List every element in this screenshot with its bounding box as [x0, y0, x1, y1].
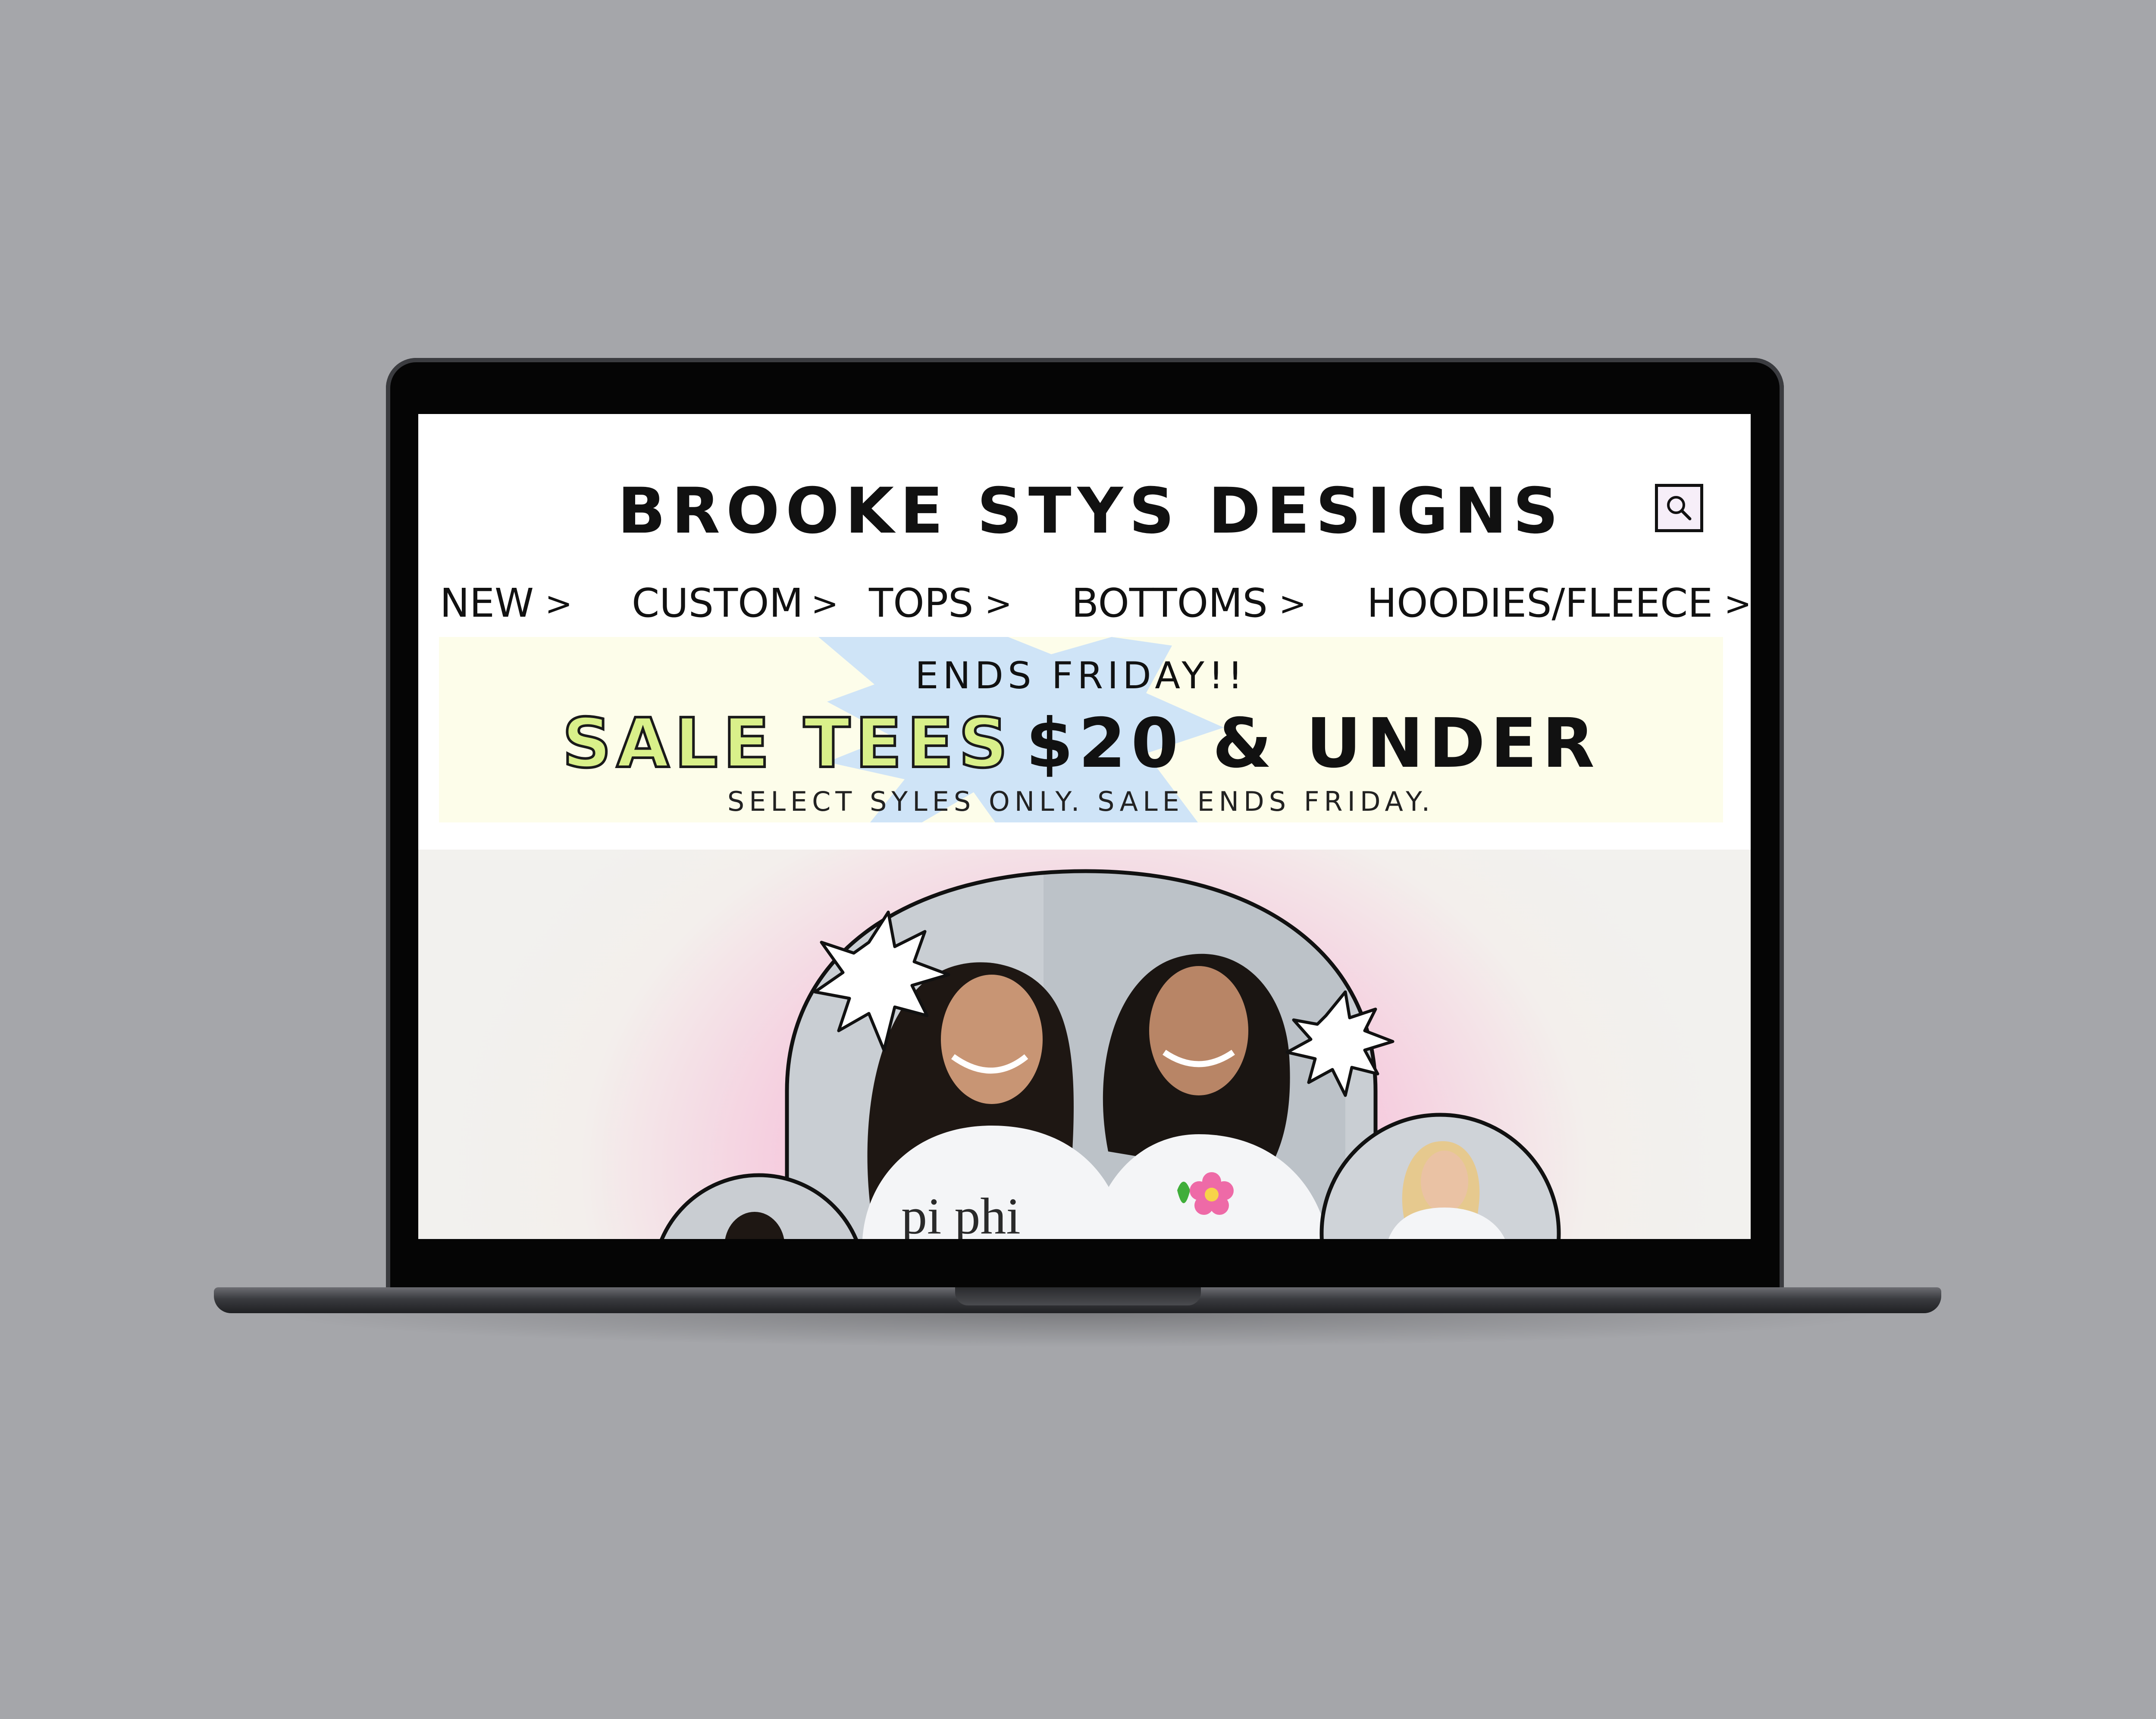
laptop-notch	[955, 1287, 1201, 1305]
hero-section[interactable]: pi phi	[418, 850, 1751, 1239]
chevron-right-icon: >	[1279, 584, 1307, 623]
sale-ends-label: ENDS FRIDAY!!	[915, 654, 1247, 697]
laptop-shadow	[267, 1313, 1889, 1348]
brand-logo[interactable]: BROOKE STYS DESIGNS	[565, 474, 1617, 548]
search-icon	[1667, 496, 1692, 521]
nav-item-bottoms[interactable]: BOTTOMS >	[1072, 580, 1307, 626]
sale-fine-print: SELECT SYLES ONLY. SALE ENDS FRIDAY.	[727, 786, 1435, 817]
chevron-right-icon: >	[984, 584, 1012, 623]
chevron-right-icon: >	[545, 584, 573, 623]
nav-item-label: TOPS	[869, 580, 974, 626]
nav-item-new[interactable]: NEW >	[440, 580, 573, 626]
nav-item-tops[interactable]: TOPS >	[869, 580, 1012, 626]
nav-item-label: NEW	[440, 580, 534, 626]
browser-viewport: BROOKE STYS DESIGNS NEW > CUSTOM > TOPS > B…	[418, 414, 1751, 1239]
nav-item-custom[interactable]: CUSTOM >	[632, 580, 839, 626]
shirt-print-text: pi phi	[901, 1187, 1021, 1239]
sale-price-text: $20 & UNDER	[1026, 704, 1600, 783]
chevron-right-icon: >	[811, 584, 839, 623]
nav-item-hoodies-fleece[interactable]: HOODIES/FLEECE >	[1367, 580, 1751, 626]
main-nav: NEW > CUSTOM > TOPS > BOTTOMS > HOODIES/FLEE…	[418, 580, 1751, 627]
sale-highlight-text: SALE TEES	[561, 703, 1013, 784]
chevron-right-icon: >	[1724, 584, 1751, 623]
hero-graphic: pi phi	[653, 869, 1561, 1239]
nav-item-label: BOTTOMS	[1072, 580, 1268, 626]
nav-item-label: HOODIES/FLEECE	[1367, 580, 1713, 626]
sale-banner[interactable]: ENDS FRIDAY!! SALE TEES $20 & UNDER SELEC…	[439, 637, 1723, 822]
nav-item-label: CUSTOM	[632, 580, 803, 626]
sale-headline: SALE TEES $20 & UNDER	[439, 703, 1723, 784]
search-button[interactable]	[1655, 484, 1703, 532]
